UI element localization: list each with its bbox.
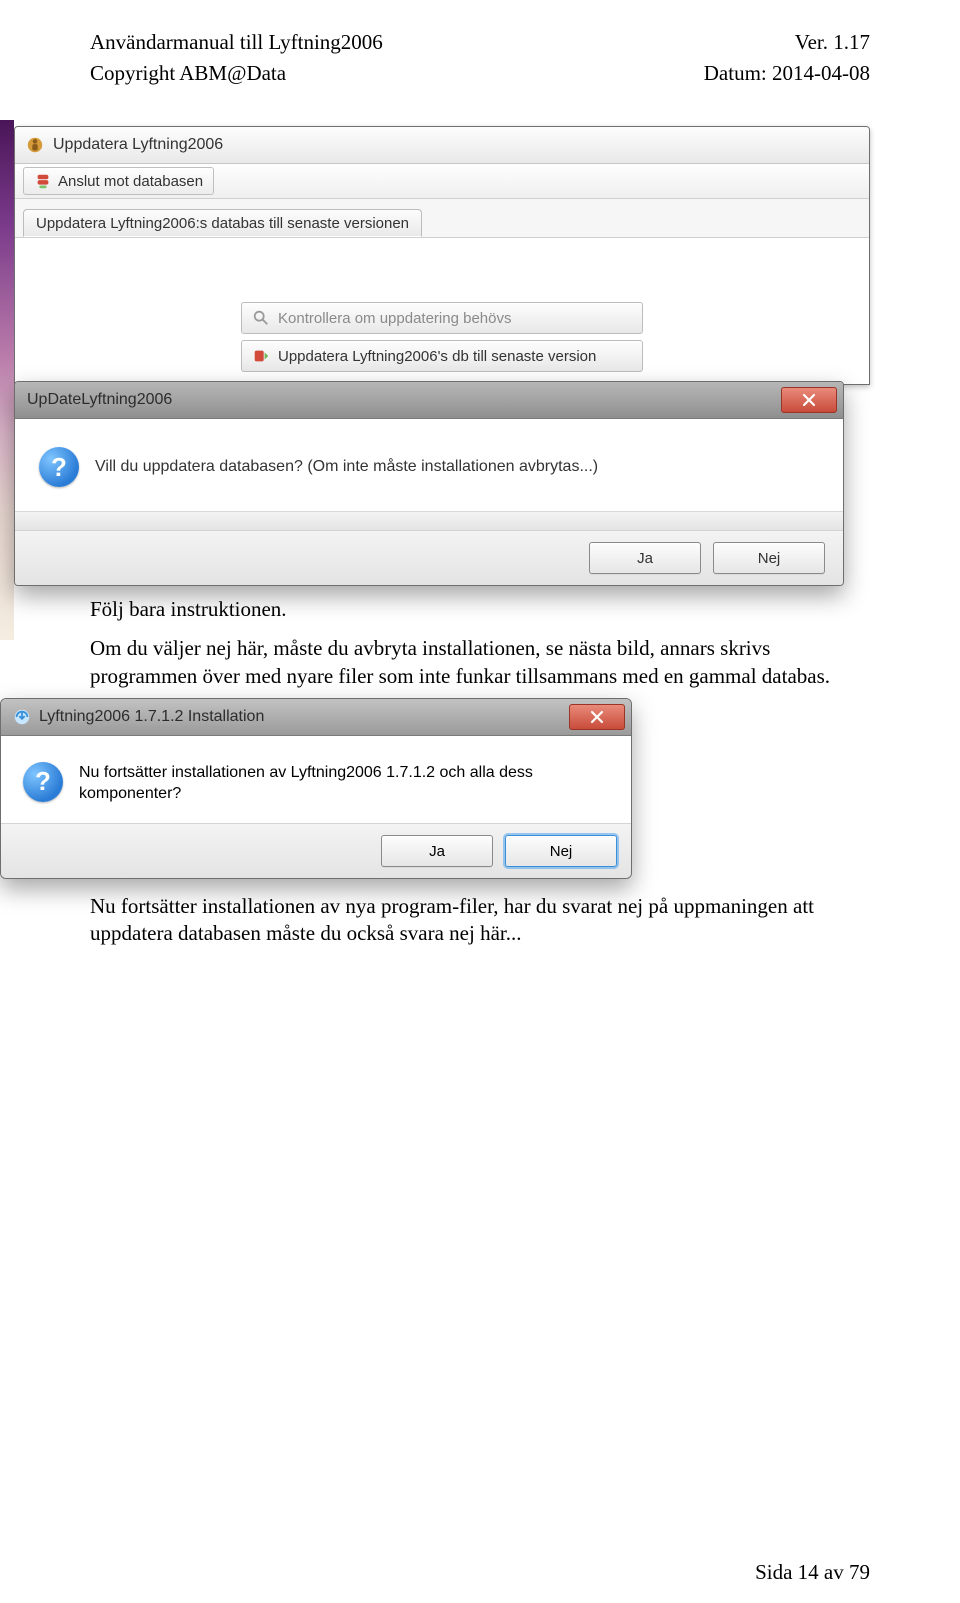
perform-update-button[interactable]: Uppdatera Lyftning2006's db till senaste…: [241, 340, 643, 372]
close-icon: [802, 393, 816, 407]
screenshot-update-window: Uppdatera Lyftning2006 Anslut mot databa…: [0, 126, 870, 586]
tab-label: Uppdatera Lyftning2006:s databas till se…: [36, 215, 409, 232]
yes-button[interactable]: Ja: [381, 835, 493, 867]
dialog-body: ? Nu fortsätter installationen av Lyftni…: [1, 736, 631, 823]
screenshot-install-dialog: Lyftning2006 1.7.1.2 Installation ? Nu f…: [0, 698, 870, 879]
no-label: Nej: [550, 843, 573, 860]
search-icon: [252, 309, 270, 327]
yes-label: Ja: [429, 843, 445, 860]
toolbar-row: Anslut mot databasen: [15, 164, 869, 199]
dialog-footer: Ja Nej: [15, 530, 843, 585]
install-dialog: Lyftning2006 1.7.1.2 Installation ? Nu f…: [0, 698, 632, 879]
dialog-close-button[interactable]: [569, 704, 625, 730]
app-icon: [25, 135, 45, 155]
header-date: Datum: 2014-04-08: [704, 61, 870, 86]
paragraph-continue-install: Nu fortsätter installationen av nya prog…: [90, 893, 870, 948]
app-window: Uppdatera Lyftning2006 Anslut mot databa…: [14, 126, 870, 385]
page-footer: Sida 14 av 79: [755, 1560, 870, 1585]
header-title: Användarmanual till Lyftning2006: [90, 30, 383, 55]
confirm-dialog: UpDateLyftning2006 ? Vill du uppdatera d…: [14, 381, 844, 586]
check-update-button[interactable]: Kontrollera om uppdatering behövs: [241, 302, 643, 334]
question-icon: ?: [39, 447, 79, 487]
desktop-wallpaper-strip: [0, 120, 14, 640]
perform-update-label: Uppdatera Lyftning2006's db till senaste…: [278, 348, 596, 365]
dialog-footer: Ja Nej: [1, 823, 631, 878]
dialog-message: Vill du uppdatera databasen? (Om inte må…: [95, 458, 598, 476]
page-header-line2: Copyright ABM@Data Datum: 2014-04-08: [90, 61, 870, 86]
dialog-title: UpDateLyftning2006: [27, 391, 172, 409]
document-page: Användarmanual till Lyftning2006 Ver. 1.…: [0, 0, 960, 948]
close-icon: [590, 710, 604, 724]
tab-update-db[interactable]: Uppdatera Lyftning2006:s databas till se…: [23, 209, 422, 237]
database-icon: [34, 172, 52, 190]
connect-db-label: Anslut mot databasen: [58, 173, 203, 190]
dialog-titlebar: Lyftning2006 1.7.1.2 Installation: [1, 699, 631, 736]
window-client-area: [15, 238, 869, 298]
check-update-label: Kontrollera om uppdatering behövs: [278, 310, 511, 327]
no-label: Nej: [758, 550, 781, 567]
tab-strip: Uppdatera Lyftning2006:s databas till se…: [15, 199, 869, 238]
dialog-title: Lyftning2006 1.7.1.2 Installation: [39, 708, 264, 726]
connect-db-button[interactable]: Anslut mot databasen: [23, 167, 214, 195]
paragraph-follow-instruction: Följ bara instruktionen.: [90, 596, 870, 623]
dialog-message: Nu fortsätter installationen av Lyftning…: [79, 762, 609, 805]
no-button[interactable]: Nej: [713, 542, 825, 574]
window-title: Uppdatera Lyftning2006: [53, 136, 223, 154]
paragraph-if-no: Om du väljer nej här, måste du avbryta i…: [90, 635, 870, 690]
header-version: Ver. 1.17: [795, 30, 870, 55]
dialog-close-button[interactable]: [781, 387, 837, 413]
yes-button[interactable]: Ja: [589, 542, 701, 574]
dialog-separator: [15, 511, 843, 530]
installer-icon: [13, 708, 31, 726]
dialog-body: ? Vill du uppdatera databasen? (Om inte …: [15, 419, 843, 511]
question-icon: ?: [23, 762, 63, 802]
page-header-line1: Användarmanual till Lyftning2006 Ver. 1.…: [90, 30, 870, 55]
no-button[interactable]: Nej: [505, 835, 617, 867]
update-db-icon: [252, 347, 270, 365]
action-buttons: Kontrollera om uppdatering behövs Uppdat…: [15, 298, 869, 384]
dialog-titlebar: UpDateLyftning2006: [15, 382, 843, 419]
window-titlebar: Uppdatera Lyftning2006: [15, 127, 869, 164]
header-copyright: Copyright ABM@Data: [90, 61, 286, 86]
yes-label: Ja: [637, 550, 653, 567]
